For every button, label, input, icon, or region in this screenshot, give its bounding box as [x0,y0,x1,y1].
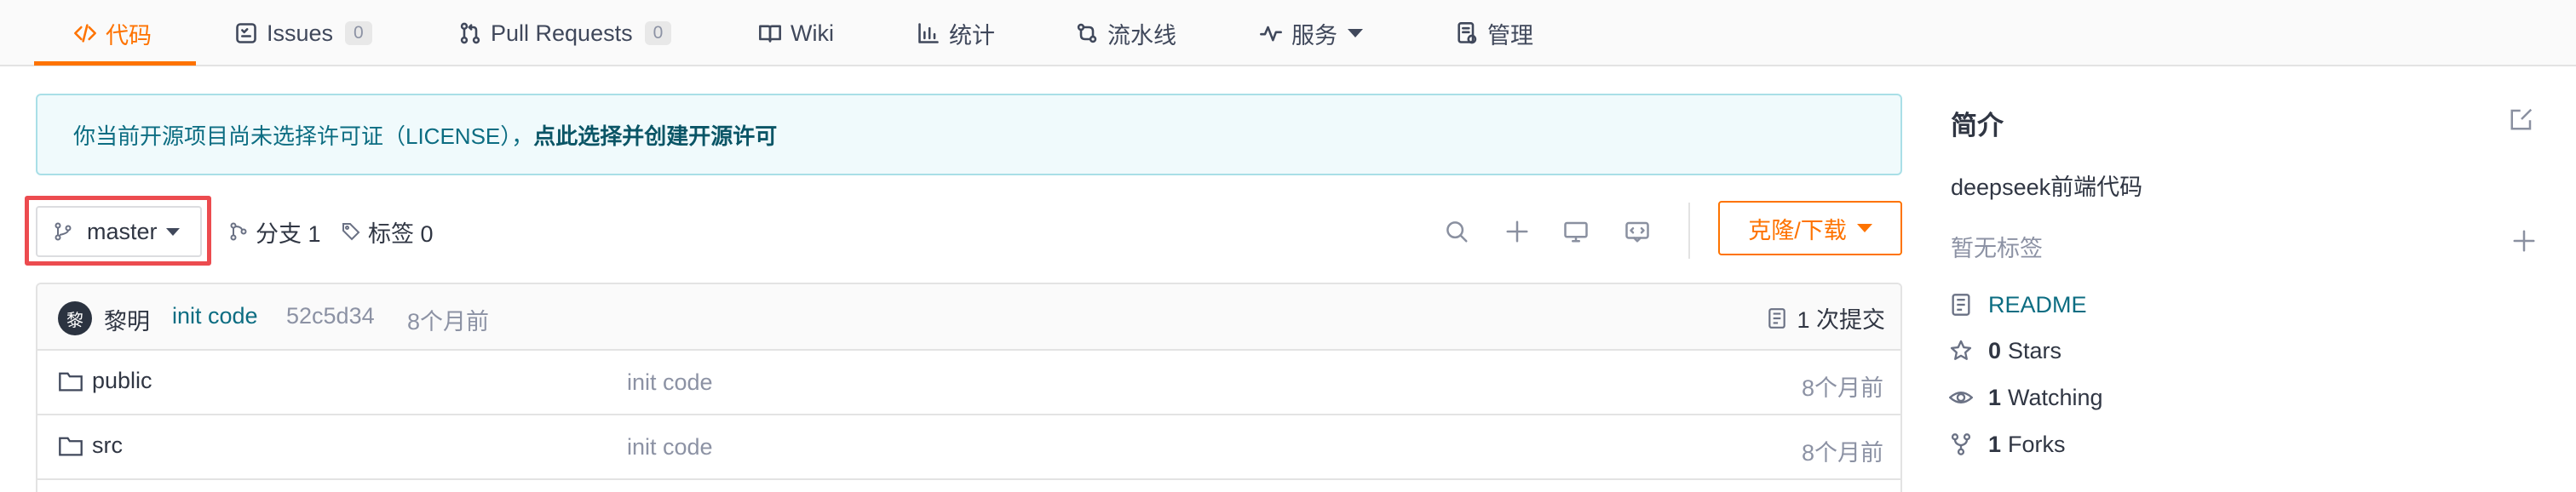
folder-icon [59,437,83,456]
tab-wiki[interactable]: Wiki [758,0,834,66]
service-pulse-icon [1260,26,1282,42]
add-tag-button[interactable] [2511,228,2539,255]
tab-manage-label: 管理 [1487,22,1533,49]
create-license-link[interactable]: 点此选择并创建开源许可 [533,119,777,151]
tab-stats-label: 统计 [949,22,995,49]
tab-pipeline[interactable]: 流水线 [1075,0,1176,66]
table-row: public init code 8个月前 [37,351,1900,415]
no-tags-text: 暂无标签 [1951,236,2043,261]
stars-label: Stars [2008,337,2062,363]
file-table: 黎 黎明 init code 52c5d34 8个月前 1 次提交 public… [36,283,1902,492]
issues-count-badge: 0 [345,21,372,45]
tab-manage[interactable]: 管理 [1455,0,1533,66]
edit-intro-button[interactable] [2509,106,2534,132]
folder-icon [59,372,83,392]
active-tab-indicator [34,61,196,66]
chevron-down-icon [1856,224,1872,232]
toolbar-divider [1688,203,1690,259]
commit-message-link[interactable]: init code [172,303,258,329]
watching-count: 1 [1988,384,2002,410]
wiki-book-icon [759,25,781,43]
repo-description: deepseek前端代码 [1951,174,2143,200]
plus-icon [2513,230,2535,252]
tab-pull-requests[interactable]: Pull Requests 0 [458,0,672,66]
search-button[interactable] [1440,215,1474,249]
search-icon [1446,221,1468,243]
chevron-down-icon [165,227,180,236]
web-ide-icon [1625,221,1649,243]
branch-icon [55,222,72,241]
commit-author[interactable]: 黎明 [104,303,150,336]
file-commit-message[interactable]: init code [627,369,713,396]
branches-label: 分支 1 [256,220,321,247]
fork-icon [1951,433,1971,455]
tags-label: 标签 0 [368,220,434,247]
table-row: src init code 8个月前 [37,415,1900,480]
branches-link[interactable]: 分支 1 [228,213,321,250]
forks-link[interactable]: 1 Forks [1949,427,2066,461]
readme-doc-icon [1952,294,1970,316]
pull-request-icon [460,22,480,44]
code-icon [74,24,96,43]
eye-icon [1949,392,1973,403]
forks-label: Forks [2008,431,2066,457]
clone-download-label: 克隆/下载 [1748,217,1847,243]
file-link[interactable]: src [58,432,123,459]
tab-stats[interactable]: 统计 [917,0,995,66]
add-file-button[interactable] [1500,215,1534,249]
plus-icon [1506,220,1528,243]
desktop-open-button[interactable] [1559,215,1593,249]
sidebar-title: 简介 [1951,111,2004,140]
web-ide-button[interactable] [1620,215,1654,249]
commit-sha[interactable]: 52c5d34 [286,303,375,329]
file-name: src [92,432,123,458]
edit-icon [2510,108,2533,130]
commit-history-icon [1768,307,1786,329]
file-name: public [92,368,152,393]
commit-count-label: 1 次提交 [1797,307,1885,333]
branch-selector[interactable]: master [36,206,202,257]
license-banner-text: 你当前开源项目尚未选择许可证（LICENSE）， [73,123,534,149]
manage-doc-icon [1458,22,1477,44]
file-link[interactable]: public [58,368,152,394]
clone-download-button[interactable]: 克隆/下载 [1718,201,1902,255]
stars-count: 0 [1988,337,2002,363]
tab-wiki-label: Wiki [791,20,834,46]
branch-name: master [87,218,158,244]
stars-link[interactable]: 0 Stars [1949,334,2061,368]
tab-pipeline-label: 流水线 [1107,22,1176,49]
tag-icon [342,223,360,241]
readme-link[interactable]: README [1949,288,2087,322]
readme-label: README [1988,291,2087,318]
latest-commit-bar: 黎 黎明 init code 52c5d34 8个月前 1 次提交 [37,284,1900,351]
tags-link[interactable]: 标签 0 [341,213,434,250]
avatar[interactable]: 黎 [58,301,92,335]
tab-issues-label: Issues [267,20,334,46]
star-icon [1950,340,1972,360]
issues-icon [236,23,256,43]
chevron-down-icon [1348,29,1363,37]
watching-label: Watching [2008,384,2103,410]
forks-count: 1 [1988,431,2002,457]
file-commit-time: 8个月前 [1801,440,1883,466]
tab-code[interactable]: 代码 [73,0,152,66]
license-banner: 你当前开源项目尚未选择许可证（LICENSE）， 点此选择并创建开源许可 [36,94,1902,175]
pull-requests-count-badge: 0 [644,21,672,45]
repo-nav-bar: 代码 Issues 0 Pull Requests 0 Wiki 统计 流水线 … [0,0,2576,66]
tab-pull-requests-label: Pull Requests [491,20,633,46]
file-commit-message[interactable]: init code [627,434,713,461]
tab-issues[interactable]: Issues 0 [234,0,372,66]
tab-services-label: 服务 [1291,22,1337,49]
commit-time: 8个月前 [407,309,490,335]
tab-code-label: 代码 [106,22,152,49]
commit-count-link[interactable]: 1 次提交 [1766,301,1885,335]
file-commit-time: 8个月前 [1801,375,1883,401]
stats-chart-icon [918,23,939,43]
branch-icon [230,222,247,241]
pipeline-icon [1077,23,1097,43]
watching-link[interactable]: 1 Watching [1949,380,2103,415]
desktop-icon [1564,221,1588,243]
tab-services[interactable]: 服务 [1259,0,1363,66]
